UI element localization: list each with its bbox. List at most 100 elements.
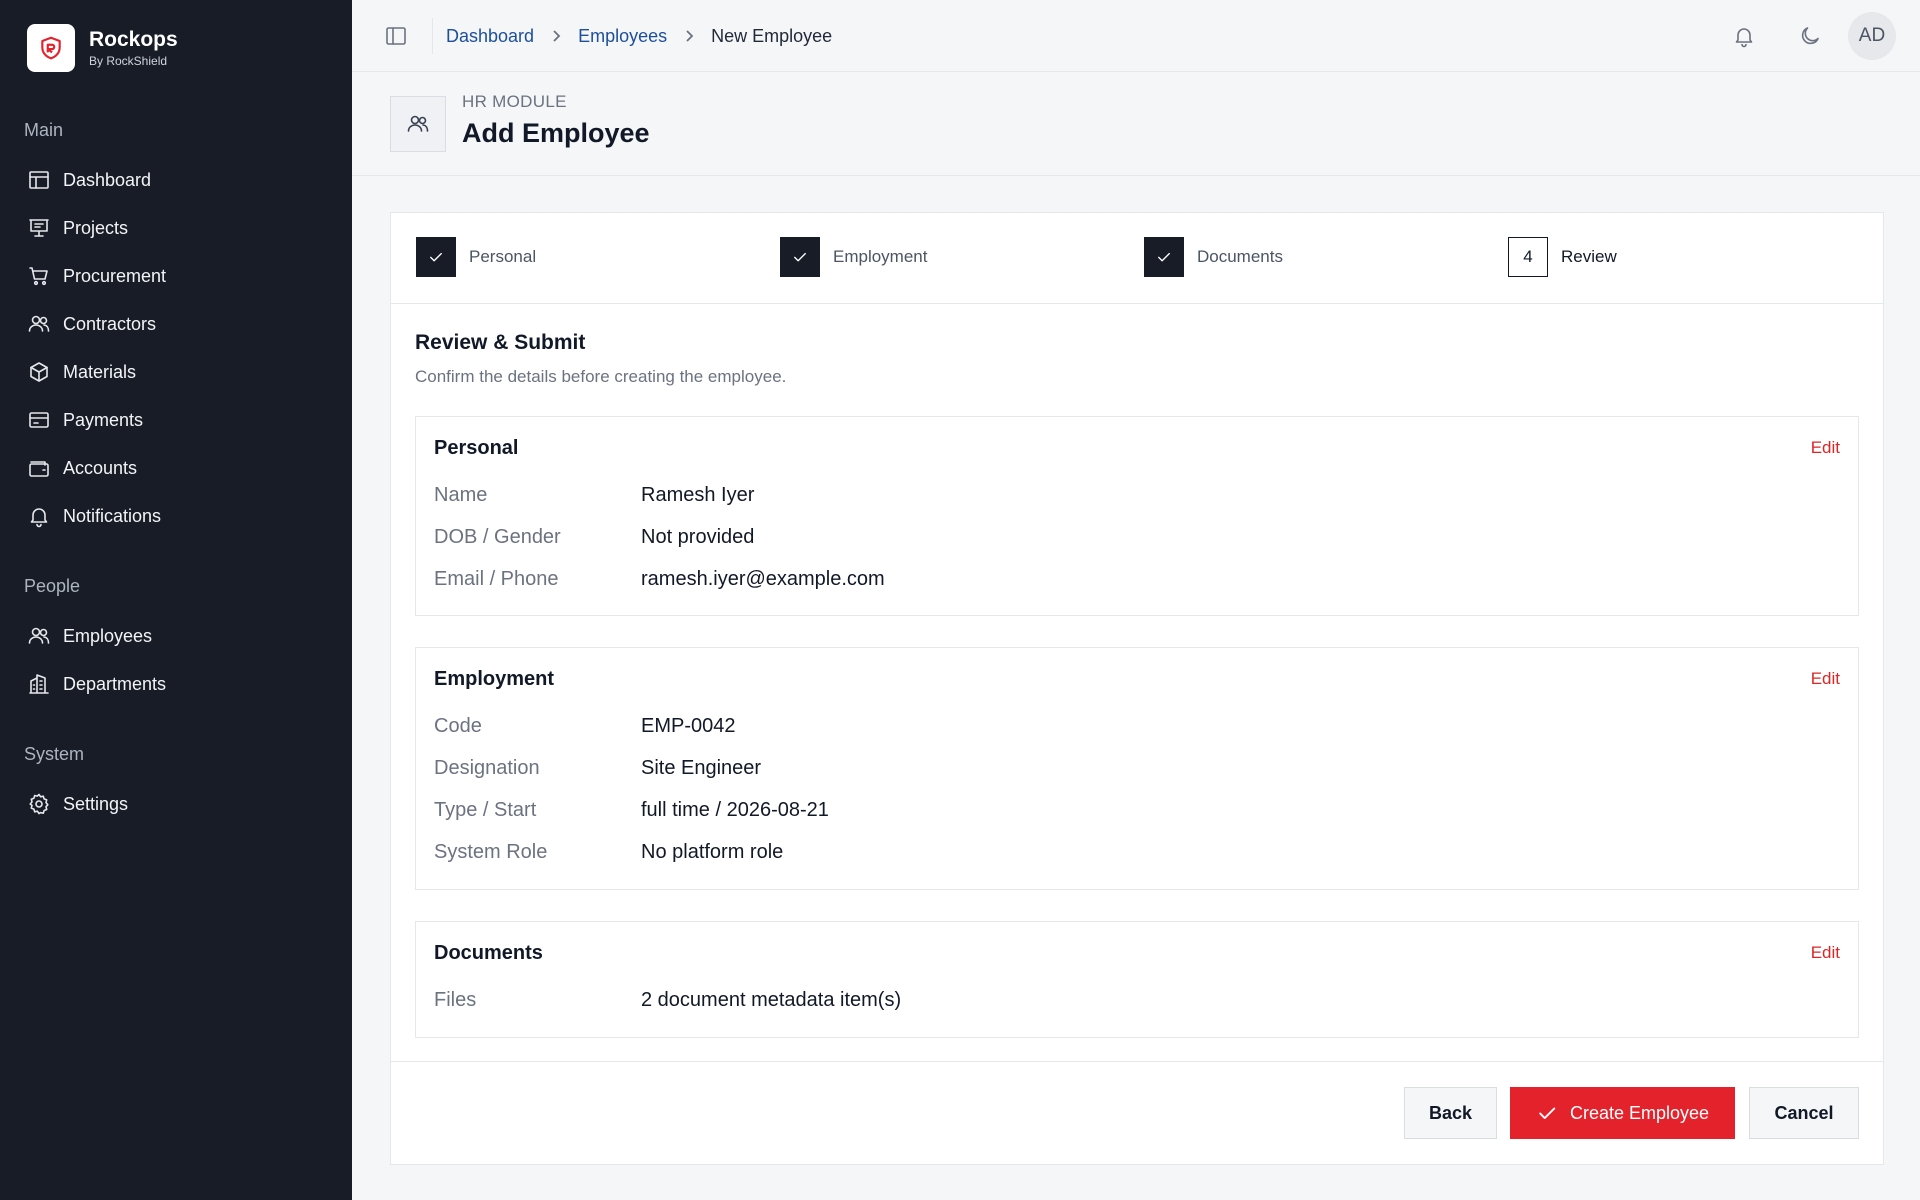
stepper: Personal Employment Documents 4 Review [391, 213, 1883, 304]
sidebar-item-dashboard[interactable]: Dashboard [24, 160, 328, 200]
review-row: Designation Site Engineer [434, 754, 761, 782]
sidebar-item-label: Departments [63, 673, 167, 694]
avatar[interactable]: AD [1848, 12, 1896, 60]
edit-employment-button[interactable]: Edit [1811, 669, 1840, 689]
sidebar-item-projects[interactable]: Projects [24, 208, 328, 248]
row-label: Code [434, 714, 482, 737]
users-icon [28, 315, 50, 332]
step-label: Personal [469, 247, 537, 266]
row-label: System Role [434, 840, 548, 863]
breadcrumb-dashboard[interactable]: Dashboard [446, 26, 534, 47]
block-title: Documents [434, 942, 543, 964]
row-label: DOB / Gender [434, 525, 561, 548]
sidebar-item-label: Materials [63, 361, 137, 382]
row-value: EMP-0042 [641, 714, 736, 737]
block-title: Employment [434, 668, 555, 690]
row-label: Name [434, 483, 488, 506]
back-button[interactable]: Back [1404, 1087, 1497, 1139]
section-title: Review & Submit [415, 331, 586, 354]
card-icon [29, 412, 49, 428]
moon-icon [1801, 27, 1819, 45]
divider [432, 18, 433, 54]
step-review[interactable]: 4 Review [1508, 237, 1617, 277]
users-icon [390, 96, 446, 152]
row-label: Designation [434, 756, 540, 779]
step-number: 4 [1508, 237, 1548, 277]
step-label: Employment [833, 247, 928, 266]
review-block-personal: Personal Edit Name Ramesh Iyer DOB / Gen… [415, 416, 1859, 616]
theme-toggle-button[interactable] [1798, 24, 1822, 48]
sidebar-toggle-icon [386, 27, 406, 45]
review-row: Email / Phone ramesh.iyer@example.com [434, 565, 885, 593]
block-title: Personal [434, 437, 519, 459]
topbar: Dashboard Employees New Employee AD [352, 0, 1920, 72]
sidebar-item-departments[interactable]: Departments [24, 664, 328, 704]
step-documents[interactable]: Documents [1144, 237, 1283, 277]
sidebar-item-label: Accounts [63, 457, 138, 478]
row-value: 2 document metadata item(s) [641, 988, 902, 1011]
sidebar-item-payments[interactable]: Payments [24, 400, 328, 440]
page-title: Add Employee [462, 118, 650, 148]
wizard-card: Personal Employment Documents 4 Review R… [390, 212, 1884, 1165]
row-value: Site Engineer [641, 756, 762, 779]
row-value: full time / 2026-08-21 [641, 798, 829, 821]
row-value: Not provided [641, 525, 755, 548]
row-label: Files [434, 988, 477, 1011]
notifications-button[interactable] [1732, 24, 1756, 48]
step-personal[interactable]: Personal [416, 237, 536, 277]
check-icon [1539, 1107, 1556, 1119]
cancel-button[interactable]: Cancel [1749, 1087, 1859, 1139]
sidebar-item-label: Employees [63, 625, 153, 646]
row-label: Email / Phone [434, 567, 559, 590]
wallet-icon [29, 461, 49, 477]
bell-icon [30, 508, 48, 528]
check-icon [780, 237, 820, 277]
edit-documents-button[interactable]: Edit [1811, 943, 1840, 963]
layout-icon [29, 171, 49, 189]
nav-section-people: People [24, 576, 81, 596]
breadcrumb-employees[interactable]: Employees [578, 26, 667, 47]
page-kicker: HR MODULE [462, 92, 567, 111]
page-header: HR MODULE Add Employee [352, 72, 1920, 176]
check-icon [1144, 237, 1184, 277]
review-row: Name Ramesh Iyer [434, 481, 754, 509]
sidebar: Rockops By RockShield Main Dashboard Pro… [0, 0, 352, 1200]
sidebar-item-notifications[interactable]: Notifications [24, 496, 328, 536]
brand[interactable]: Rockops By RockShield [27, 24, 178, 72]
edit-personal-button[interactable]: Edit [1811, 438, 1840, 458]
review-row: DOB / Gender Not provided [434, 523, 754, 551]
review-row: Code EMP-0042 [434, 712, 736, 740]
row-value: No platform role [641, 840, 784, 863]
sidebar-item-accounts[interactable]: Accounts [24, 448, 328, 488]
check-icon [416, 237, 456, 277]
cart-icon [29, 267, 48, 286]
sidebar-item-procurement[interactable]: Procurement [24, 256, 328, 296]
bell-icon [1735, 28, 1753, 48]
sidebar-item-settings[interactable]: Settings [24, 784, 328, 824]
brand-subtitle: By RockShield [89, 54, 168, 68]
step-employment[interactable]: Employment [780, 237, 927, 277]
review-row: Type / Start full time / 2026-08-21 [434, 796, 829, 824]
review-block-documents: Documents Edit Files 2 document metadata… [415, 921, 1859, 1038]
sidebar-item-label: Dashboard [63, 169, 152, 190]
chevron-right-icon [681, 28, 697, 44]
sidebar-item-employees[interactable]: Employees [24, 616, 328, 656]
breadcrumb: Dashboard Employees New Employee [446, 24, 832, 48]
breadcrumb-current: New Employee [711, 25, 833, 46]
nav-section-system: System [24, 744, 85, 764]
row-value: ramesh.iyer@example.com [641, 567, 885, 590]
step-label: Review [1561, 247, 1617, 266]
chevron-right-icon [548, 28, 564, 44]
section-description: Confirm the details before creating the … [415, 367, 787, 386]
users-icon [28, 627, 50, 644]
sidebar-toggle-button[interactable] [384, 24, 408, 48]
review-row: Files 2 document metadata item(s) [434, 986, 901, 1014]
gear-icon [29, 793, 49, 815]
presentation-icon [29, 219, 49, 237]
sidebar-item-contractors[interactable]: Contractors [24, 304, 328, 344]
sidebar-item-label: Notifications [63, 505, 162, 526]
review-block-employment: Employment Edit Code EMP-0042 Designatio… [415, 647, 1859, 890]
nav-section-main: Main [24, 120, 64, 140]
sidebar-item-materials[interactable]: Materials [24, 352, 328, 392]
create-employee-button[interactable]: Create Employee [1510, 1087, 1735, 1139]
